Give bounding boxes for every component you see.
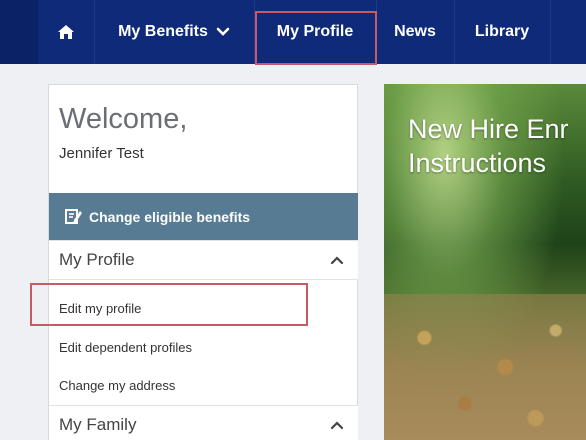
link-change-my-address[interactable]: Change my address — [59, 378, 175, 393]
edit-icon — [65, 209, 82, 224]
edit-my-profile-highlight-box — [30, 283, 308, 326]
chevron-down-icon — [216, 27, 230, 36]
section-my-profile-title: My Profile — [59, 250, 135, 269]
my-profile-highlight-box — [255, 11, 377, 65]
change-eligible-benefits-label: Change eligible benefits — [89, 208, 251, 225]
welcome-heading: Welcome, — [59, 103, 188, 135]
hero-title-line-1: New Hire Enr — [408, 114, 569, 144]
chevron-up-icon — [330, 421, 344, 430]
hero-banner[interactable]: New Hire Enr Instructions — [384, 84, 586, 440]
section-my-family-header[interactable]: My Family — [49, 405, 358, 440]
home-button[interactable] — [38, 0, 94, 64]
nav-left-strip — [0, 0, 38, 64]
nav-library[interactable]: Library — [454, 0, 550, 64]
change-eligible-benefits-button[interactable]: Change eligible benefits — [49, 193, 358, 240]
nav-my-benefits-label: My Benefits — [118, 23, 208, 40]
nav-library-label: Library — [474, 23, 530, 40]
sidebar-card: Welcome, Jennifer Test Change eligible b… — [48, 84, 358, 440]
section-my-profile-header[interactable]: My Profile — [49, 240, 358, 280]
nav-news[interactable]: News — [376, 0, 454, 64]
hero-background-leaves — [384, 294, 586, 440]
user-name: Jennifer Test — [59, 145, 144, 162]
chevron-up-icon — [330, 256, 344, 265]
nav-divider — [550, 0, 551, 64]
hero-title: New Hire Enr Instructions — [408, 112, 586, 180]
home-icon — [58, 25, 74, 39]
nav-news-label: News — [394, 23, 436, 40]
section-my-family-title: My Family — [59, 415, 137, 434]
nav-my-benefits[interactable]: My Benefits — [94, 0, 254, 64]
hero-title-line-2: Instructions — [408, 148, 547, 178]
link-edit-dependent-profiles[interactable]: Edit dependent profiles — [59, 340, 192, 355]
